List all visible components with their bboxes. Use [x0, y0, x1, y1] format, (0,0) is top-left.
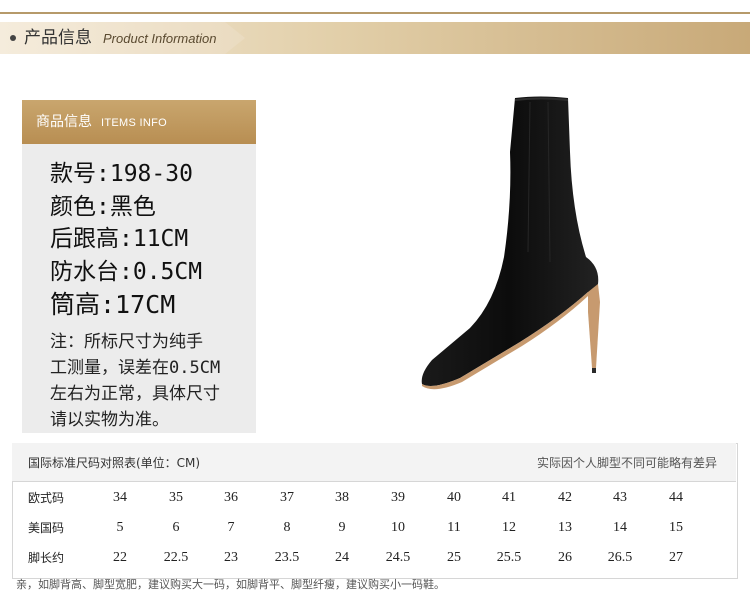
- size-chart-title: 国际标准尺码对照表(单位：CM): [28, 456, 201, 470]
- size-cell: 26: [558, 550, 572, 565]
- size-cell: 35: [169, 490, 183, 505]
- size-cell: 13: [558, 520, 572, 535]
- size-row-label: 欧式码: [28, 491, 65, 505]
- spec-shaft-height: 筒高:17CM: [50, 290, 176, 319]
- size-cell: 14: [613, 520, 627, 535]
- size-cell: 10: [391, 520, 405, 535]
- section-title-zh: 产品信息: [24, 28, 92, 48]
- size-cell: 25.5: [496, 550, 522, 565]
- size-cell: 22: [113, 550, 127, 565]
- size-cell: 38: [335, 490, 349, 505]
- size-row-label: 美国码: [28, 521, 65, 535]
- spec-style-number: 款号:198-30: [50, 161, 193, 187]
- size-cell: 12: [502, 520, 516, 535]
- size-cell: 43: [613, 490, 627, 505]
- size-cell: 23: [224, 550, 238, 565]
- size-cell: 15: [669, 520, 683, 535]
- measurement-note-line: 工测量，误差在0.5CM: [50, 358, 221, 378]
- measurement-note-line: 左右为正常，具体尺寸: [50, 384, 220, 404]
- info-card-header: 商品信息 ITEMS INFO: [22, 100, 256, 144]
- top-divider-line: [0, 12, 750, 14]
- size-cell: 7: [227, 520, 235, 535]
- size-cell: 39: [391, 490, 405, 505]
- size-cell: 37: [280, 490, 294, 505]
- size-cell: 41: [502, 490, 516, 505]
- size-cell: 27: [669, 550, 683, 565]
- sizing-advice-footnote: 亲，如脚背高、脚型宽肥，建议购买大一码，如脚背平、脚型纤瘦，建议购买小一码鞋。: [16, 578, 445, 591]
- bullet-dot-icon: [10, 35, 16, 41]
- size-cell: 34: [113, 490, 127, 505]
- size-cell: 8: [283, 520, 291, 535]
- size-cell: 25: [447, 550, 461, 565]
- section-title-en: Product Information: [103, 31, 217, 46]
- info-header-en: ITEMS INFO: [101, 117, 167, 129]
- size-cell: 42: [558, 490, 572, 505]
- info-header-zh: 商品信息: [36, 114, 92, 130]
- size-cell: 40: [447, 490, 461, 505]
- measurement-note-line: 注：所标尺寸为纯手: [50, 332, 203, 352]
- size-cell: 24.5: [385, 550, 411, 565]
- size-cell: 11: [447, 520, 461, 535]
- size-row-label: 脚长约: [28, 551, 65, 565]
- size-cell: 9: [338, 520, 346, 535]
- spec-heel-height: 后跟高:11CM: [50, 226, 189, 252]
- product-boot-image: [421, 96, 600, 390]
- measurement-note-line: 请以实物为准。: [50, 410, 169, 430]
- spec-platform-height: 防水台:0.5CM: [50, 259, 203, 285]
- size-cell: 26.5: [607, 550, 633, 565]
- size-cell: 23.5: [274, 550, 300, 565]
- size-cell: 22.5: [163, 550, 189, 565]
- size-cell: 36: [224, 490, 238, 505]
- spec-color: 颜色:黑色: [50, 194, 156, 220]
- size-cell: 6: [172, 520, 180, 535]
- size-cell: 44: [669, 490, 683, 505]
- size-cell: 24: [335, 550, 349, 565]
- size-chart-note: 实际因个人脚型不同可能略有差异: [536, 456, 717, 470]
- size-cell: 5: [116, 520, 124, 535]
